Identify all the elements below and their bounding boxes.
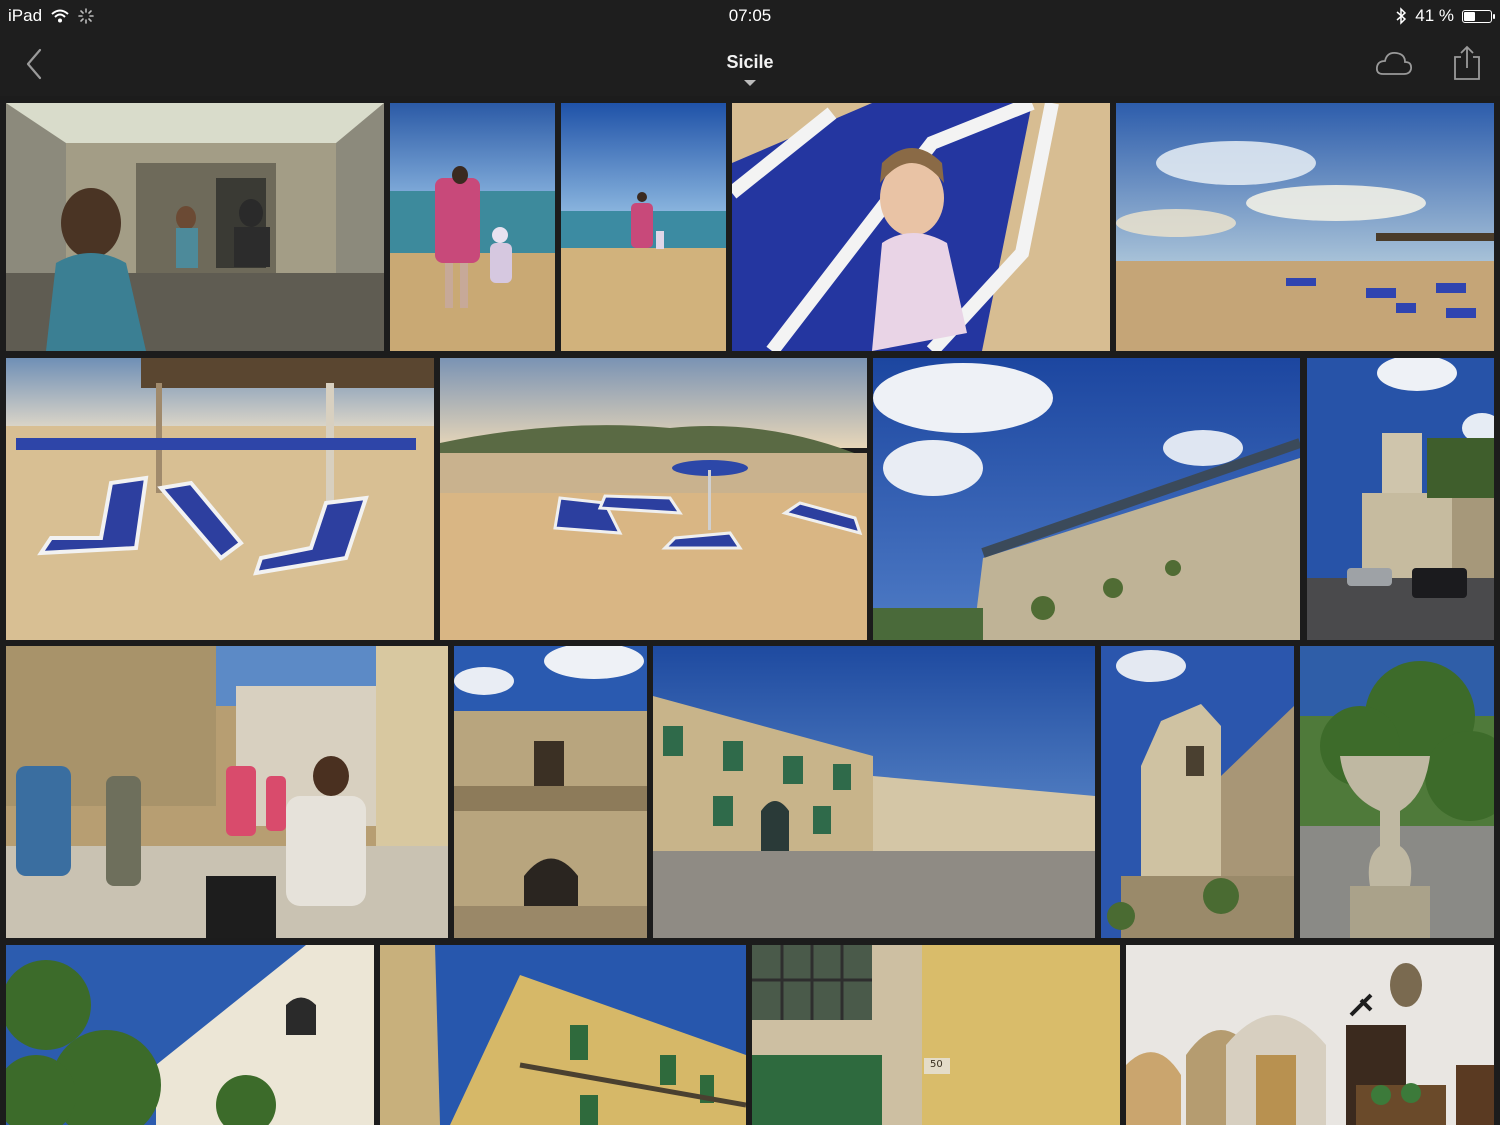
photo-yellow-building-balconies[interactable] (380, 945, 746, 1125)
status-time: 07:05 (728, 6, 772, 25)
photo-beach-shore-wide[interactable] (561, 103, 726, 351)
battery-icon (1462, 9, 1495, 23)
photo-baroque-balcony-facade[interactable] (454, 646, 647, 938)
photo-elevator-mirror-selfie[interactable] (6, 103, 384, 351)
photo-baby-on-sun-lounger[interactable] (732, 103, 1110, 351)
photo-stone-urn-garden[interactable] (1300, 646, 1494, 938)
photo-church-tower-street[interactable] (1307, 358, 1494, 640)
share-button[interactable] (1450, 44, 1484, 82)
bluetooth-icon (1396, 7, 1407, 25)
nav-bar: Sicile (0, 32, 1500, 96)
photo-beach-wall-umbrella[interactable] (440, 358, 867, 640)
photo-street-crowd-tourists[interactable] (6, 646, 448, 938)
photo-white-church-trees[interactable] (6, 945, 374, 1125)
photo-beach-lounger-rows[interactable] (6, 358, 434, 640)
house-number-label: 50 (930, 1059, 943, 1070)
photo-beach-panorama-clouds[interactable] (1116, 103, 1494, 351)
photo-yellow-wall-green-door[interactable]: 50 (752, 945, 1120, 1125)
photo-beach-mother-child-shore[interactable] (390, 103, 555, 351)
status-right: 41 % (1395, 6, 1495, 26)
album-title[interactable]: Sicile (0, 52, 1500, 73)
title-dropdown-caret-icon[interactable] (744, 80, 756, 86)
cloud-sync-button[interactable] (1374, 48, 1414, 78)
photo-town-square-palazzo[interactable] (653, 646, 1095, 938)
battery-level-fill (1464, 11, 1476, 21)
share-icon (1454, 45, 1480, 80)
battery-percent: 41 % (1415, 6, 1454, 25)
status-bar: iPad 07:05 41 % (0, 0, 1500, 32)
cloud-icon (1375, 52, 1413, 75)
photo-stone-wall-railing-sky[interactable] (873, 358, 1300, 640)
photo-church-interior-altar[interactable] (1126, 945, 1494, 1125)
photo-church-bell-tower[interactable] (1101, 646, 1294, 938)
